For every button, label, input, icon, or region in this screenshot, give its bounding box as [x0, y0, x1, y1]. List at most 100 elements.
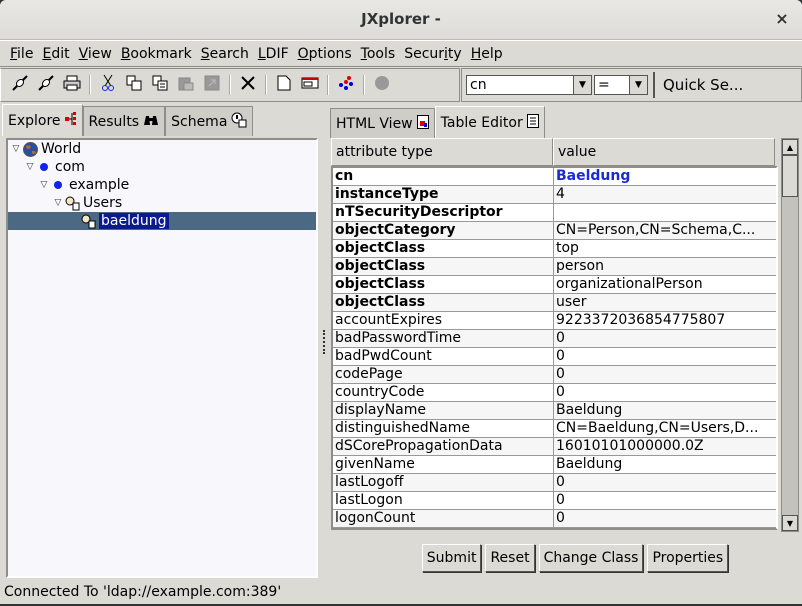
attribute-value-cell[interactable]: 16010101000000.0Z: [554, 438, 774, 455]
scroll-down-icon[interactable]: ▼: [782, 515, 798, 531]
attribute-value-cell[interactable]: 0: [554, 510, 774, 527]
tab-schema[interactable]: Schema: [165, 106, 254, 136]
table-row[interactable]: logonCount 0: [333, 510, 776, 528]
refresh-button[interactable]: [335, 74, 357, 96]
table-row[interactable]: displayName Baeldung: [333, 402, 776, 420]
attribute-value-cell[interactable]: organizationalPerson: [554, 276, 774, 293]
table-row[interactable]: distinguishedName CN=Baeldung,CN=Users,D.…: [333, 420, 776, 438]
split-pane-divider[interactable]: [321, 104, 327, 580]
menu-security[interactable]: Security: [404, 46, 462, 62]
table-row[interactable]: instanceType 4: [333, 186, 776, 204]
attribute-value-cell[interactable]: 0: [554, 330, 774, 347]
expand-toggle-icon[interactable]: ▽: [52, 198, 64, 208]
table-row[interactable]: objectClass user: [333, 294, 776, 312]
attribute-value-cell[interactable]: CN=Person,CN=Schema,C...: [554, 222, 774, 239]
properties-button[interactable]: Properties: [647, 544, 729, 572]
column-header-value[interactable]: value: [553, 138, 775, 166]
table-row[interactable]: nTSecurityDescriptor: [333, 204, 776, 222]
menu-tools[interactable]: Tools: [361, 46, 396, 62]
drag-handle[interactable]: [323, 330, 325, 354]
menu-file[interactable]: File: [10, 46, 33, 62]
chevron-down-icon[interactable]: ▼: [573, 76, 591, 94]
close-button[interactable]: ×: [772, 9, 792, 29]
table-row[interactable]: badPasswordTime 0: [333, 330, 776, 348]
table-row[interactable]: objectClass person: [333, 258, 776, 276]
table-row[interactable]: badPwdCount 0: [333, 348, 776, 366]
table-row[interactable]: lastLogoff 0: [333, 474, 776, 492]
table-row[interactable]: objectCategory CN=Person,CN=Schema,C...: [333, 222, 776, 240]
attribute-value-cell[interactable]: Baeldung: [554, 456, 774, 473]
scrollbar-thumb[interactable]: [782, 155, 798, 197]
copy-button[interactable]: [123, 74, 145, 96]
tab-results[interactable]: Results: [82, 106, 166, 136]
attribute-value-cell[interactable]: person: [554, 258, 774, 275]
attribute-value-cell[interactable]: top: [554, 240, 774, 257]
menu-search[interactable]: Search: [201, 46, 249, 62]
tree-node-world[interactable]: ▽ World: [8, 140, 316, 158]
paste-alias-button[interactable]: [201, 74, 223, 96]
menu-edit[interactable]: Edit: [42, 46, 69, 62]
tree-node-com[interactable]: ▽ com: [8, 158, 316, 176]
attribute-value-cell[interactable]: 9223372036854775807: [554, 312, 774, 329]
attribute-value-cell[interactable]: 0: [554, 384, 774, 401]
attribute-value-cell[interactable]: 0: [554, 474, 774, 491]
table-row[interactable]: lastLogon 0: [333, 492, 776, 510]
attribute-value-cell[interactable]: [554, 204, 774, 221]
attribute-value-cell[interactable]: CN=Baeldung,CN=Users,D...: [554, 420, 774, 437]
menu-options[interactable]: Options: [298, 46, 352, 62]
expand-toggle-icon[interactable]: ▽: [38, 180, 50, 190]
attribute-value-cell[interactable]: Baeldung: [554, 402, 774, 419]
new-entry-button[interactable]: [273, 74, 295, 96]
reset-button[interactable]: Reset: [485, 544, 535, 572]
table-row[interactable]: cn Baeldung: [333, 168, 776, 186]
table-row[interactable]: countryCode 0: [333, 384, 776, 402]
paste-button[interactable]: [175, 74, 197, 96]
scroll-up-icon[interactable]: ▲: [782, 139, 798, 155]
vertical-scrollbar[interactable]: ▲ ▼: [781, 138, 799, 532]
menu-help[interactable]: Help: [471, 46, 503, 62]
search-operator-select[interactable]: = ▼: [594, 75, 648, 95]
tree-node-example[interactable]: ▽ example: [8, 176, 316, 194]
submit-button[interactable]: Submit: [421, 544, 482, 572]
attribute-value-cell[interactable]: 0: [554, 366, 774, 383]
column-header-attribute-type[interactable]: attribute type: [331, 138, 553, 166]
tree-node-baeldung[interactable]: baeldung: [8, 212, 316, 230]
attribute-value-cell[interactable]: 0: [554, 492, 774, 509]
expand-toggle-icon[interactable]: ▽: [10, 144, 22, 154]
paste-icon: [178, 75, 194, 95]
delete-button[interactable]: [237, 74, 259, 96]
table-row[interactable]: givenName Baeldung: [333, 456, 776, 474]
expand-toggle-icon[interactable]: ▽: [24, 162, 36, 172]
attribute-value-cell[interactable]: 4: [554, 186, 774, 203]
attribute-value-cell[interactable]: user: [554, 294, 774, 311]
attribute-value-cell[interactable]: 0: [554, 348, 774, 365]
table-row[interactable]: codePage 0: [333, 366, 776, 384]
disconnect-button[interactable]: [35, 74, 57, 96]
attribute-value-cell[interactable]: Baeldung: [554, 168, 774, 185]
table-row[interactable]: dSCorePropagationData 16010101000000.0Z: [333, 438, 776, 456]
change-class-button[interactable]: Change Class: [538, 544, 644, 572]
menu-ldif[interactable]: LDIF: [258, 46, 289, 62]
tree-node-label: World: [41, 141, 82, 157]
rename-button[interactable]: [299, 74, 321, 96]
quick-search-button[interactable]: Quick Se...: [653, 72, 743, 98]
directory-tree[interactable]: ▽ World ▽ com ▽ example ▽ Users baeldung: [6, 138, 318, 578]
tab-explore[interactable]: Explore: [2, 104, 83, 136]
table-row[interactable]: accountExpires 9223372036854775807: [333, 312, 776, 330]
connect-button[interactable]: [9, 74, 31, 96]
menu-bookmark[interactable]: Bookmark: [121, 46, 192, 62]
tab-label: Explore: [8, 112, 61, 129]
cut-button[interactable]: [97, 74, 119, 96]
tab-html-view[interactable]: HTML View: [330, 108, 435, 138]
stop-button[interactable]: [371, 74, 393, 96]
tab-table-editor[interactable]: Table Editor: [434, 106, 545, 138]
table-row[interactable]: objectClass organizationalPerson: [333, 276, 776, 294]
chevron-down-icon[interactable]: ▼: [629, 76, 647, 94]
copy-dn-button[interactable]: [149, 74, 171, 96]
print-button[interactable]: [61, 74, 83, 96]
menu-view[interactable]: View: [79, 46, 112, 62]
tree-node-users[interactable]: ▽ Users: [8, 194, 316, 212]
delete-icon: [240, 75, 256, 95]
table-row[interactable]: objectClass top: [333, 240, 776, 258]
search-attribute-select[interactable]: cn ▼: [466, 75, 592, 95]
